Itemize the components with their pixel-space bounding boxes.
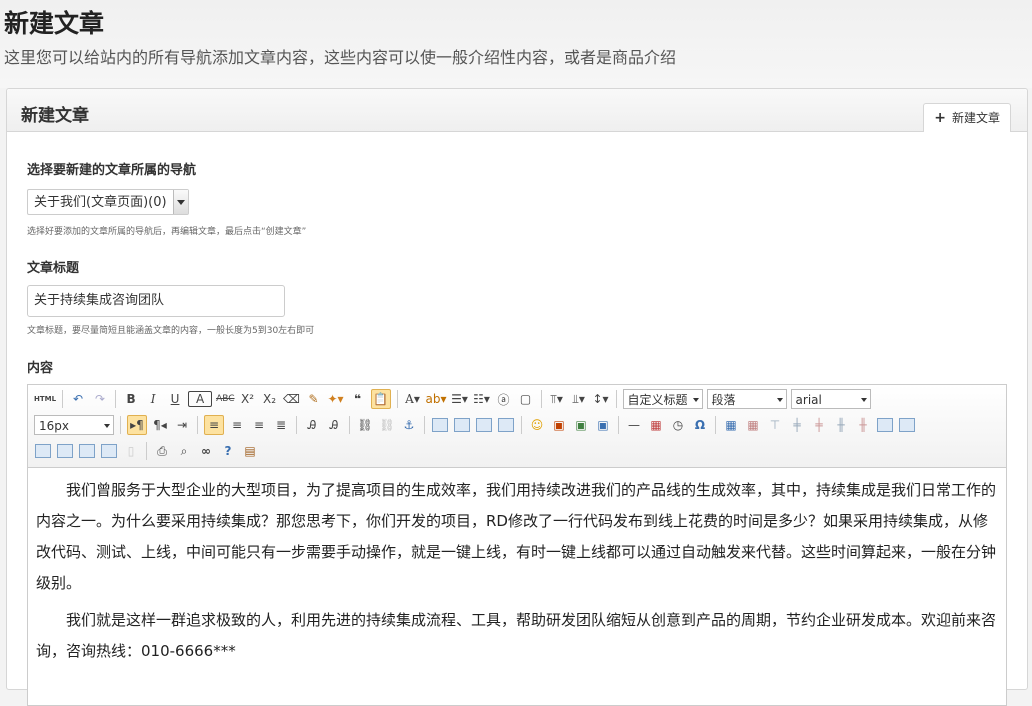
insert-video-icon[interactable]: ▣: [550, 415, 568, 435]
new-article-tab-label: 新建文章: [951, 111, 1000, 125]
html-source-button[interactable]: HTML: [34, 389, 56, 409]
uppercase-icon[interactable]: Ꭿ: [303, 415, 321, 435]
split-cells-icon[interactable]: [56, 441, 74, 461]
unlink-icon[interactable]: ⛓: [378, 415, 396, 435]
insert-image-icon[interactable]: ▣: [572, 415, 590, 435]
page-break-icon[interactable]: ▯: [122, 441, 140, 461]
content-label: 内容: [27, 361, 54, 376]
horizontal-rule-icon[interactable]: —: [625, 415, 643, 435]
redo-icon[interactable]: ↷: [91, 389, 109, 409]
strikethrough-icon[interactable]: ABC: [216, 389, 234, 409]
nav-hint: 选择好要添加的文章所属的导航后，再编辑文章，最后点击“创建文章”: [27, 227, 307, 237]
nav-select-value: 关于我们(文章页面)(0): [34, 195, 167, 210]
drafts-icon[interactable]: ▤: [241, 441, 259, 461]
ltr-direction-icon[interactable]: ▸¶: [127, 415, 147, 435]
ordered-list-icon[interactable]: ☰▾: [451, 389, 469, 409]
superscript-icon[interactable]: X²: [239, 389, 257, 409]
align-center-icon[interactable]: ≡: [228, 415, 246, 435]
print-icon[interactable]: ⎙: [153, 441, 171, 461]
rtl-direction-icon[interactable]: ¶◂: [151, 415, 169, 435]
merge-down-icon[interactable]: [34, 441, 52, 461]
delete-col-icon[interactable]: ╫: [854, 415, 872, 435]
new-article-tab[interactable]: + 新建文章: [923, 103, 1011, 132]
select-all-icon[interactable]: ⓐ: [495, 389, 513, 409]
insert-table-icon[interactable]: ▦: [722, 415, 740, 435]
insert-row-icon[interactable]: ╪: [788, 415, 806, 435]
align-right-icon[interactable]: ≡: [250, 415, 268, 435]
panel-title: 新建文章: [21, 106, 89, 126]
font-family-select[interactable]: arial: [790, 389, 871, 409]
font-color-icon[interactable]: A▾: [404, 389, 422, 409]
anchor-icon[interactable]: ⚓: [400, 415, 418, 435]
indent-icon[interactable]: ⇥: [173, 415, 191, 435]
format-brush-icon[interactable]: ✎: [305, 389, 323, 409]
split-rows-icon[interactable]: [78, 441, 96, 461]
article-panel: 新建文章 + 新建文章 选择要新建的文章所属的导航 关于我们(文章页面)(0) 选…: [6, 88, 1028, 706]
page-title: 新建文章: [4, 9, 105, 38]
content-paragraph: 我们曾服务于大型企业的大型项目，为了提高项目的生成效率，我们用持续改进我们的产品…: [36, 481, 997, 592]
image-left-icon[interactable]: [453, 415, 471, 435]
title-label: 文章标题: [27, 261, 80, 276]
unordered-list-icon[interactable]: ☷▾: [473, 389, 491, 409]
date-icon[interactable]: ▦: [647, 415, 665, 435]
merge-right-icon[interactable]: [898, 415, 916, 435]
paste-plain-icon[interactable]: 📋: [370, 389, 391, 409]
title-input-value: 关于持续集成咨询团队: [34, 293, 165, 308]
image-none-icon[interactable]: [431, 415, 449, 435]
row-spacing-top-icon[interactable]: ⫪▾: [548, 389, 566, 409]
editor-content[interactable]: 我们曾服务于大型企业的大型项目，为了提高项目的生成效率，我们用持续改进我们的产品…: [36, 475, 998, 673]
insert-paragraph-before-table-icon[interactable]: ⊤: [766, 415, 784, 435]
split-cols-icon[interactable]: [100, 441, 118, 461]
auto-format-icon[interactable]: ✦▾: [327, 389, 345, 409]
search-replace-icon[interactable]: ∞: [197, 441, 215, 461]
editor-toolbar: HTML ↶ ↷ B I U A ABC X² X₂ ⌫ ✎ ✦▾ ❝ 📋 A▾…: [28, 385, 1006, 468]
merge-cells-icon[interactable]: [876, 415, 894, 435]
rich-text-editor[interactable]: HTML ↶ ↷ B I U A ABC X² X₂ ⌫ ✎ ✦▾ ❝ 📋 A▾…: [27, 384, 1007, 706]
link-icon[interactable]: ⛓: [356, 415, 374, 435]
image-center-icon[interactable]: [497, 415, 515, 435]
align-justify-icon[interactable]: ≣: [272, 415, 290, 435]
nav-select[interactable]: 关于我们(文章页面)(0): [27, 189, 189, 215]
emoticon-icon[interactable]: ☺: [528, 415, 546, 435]
eraser-icon[interactable]: ⌫: [283, 389, 301, 409]
toolbar-row-2: 16px ▸¶ ¶◂ ⇥ ≡ ≡ ≡ ≣ Ꭿ Ꭿ ⛓ ⛓ ⚓ ☺ ▣ ▣ ▣ —…: [32, 413, 918, 437]
lowercase-icon[interactable]: Ꭿ: [325, 415, 343, 435]
special-chars-icon[interactable]: Ω: [691, 415, 709, 435]
delete-row-icon[interactable]: ╪: [810, 415, 828, 435]
underline-icon[interactable]: U: [166, 389, 184, 409]
image-right-icon[interactable]: [475, 415, 493, 435]
time-icon[interactable]: ◷: [669, 415, 687, 435]
subscript-icon[interactable]: X₂: [261, 389, 279, 409]
bold-icon[interactable]: B: [122, 389, 140, 409]
help-icon[interactable]: ?: [219, 441, 237, 461]
font-border-icon[interactable]: A: [188, 391, 213, 407]
clear-doc-icon[interactable]: ▢: [517, 389, 535, 409]
delete-table-icon[interactable]: ▦: [744, 415, 762, 435]
insert-col-icon[interactable]: ╫: [832, 415, 850, 435]
page-header: 新建文章 这里您可以给站内的所有导航添加文章内容，这些内容可以使一般介绍性内容，…: [0, 0, 1032, 88]
preview-icon[interactable]: ⌕: [175, 441, 193, 461]
insert-map-icon[interactable]: ▣: [594, 415, 612, 435]
undo-icon[interactable]: ↶: [69, 389, 87, 409]
title-input[interactable]: 关于持续集成咨询团队: [27, 285, 285, 317]
title-hint: 文章标题，要尽量简短且能涵盖文章的内容，一般长度为5到30左右即可: [27, 326, 315, 336]
plus-icon: +: [934, 110, 946, 126]
nav-label: 选择要新建的文章所属的导航: [27, 163, 197, 178]
heading-select[interactable]: 自定义标题: [622, 389, 703, 409]
italic-icon[interactable]: I: [144, 389, 162, 409]
content-paragraph: 我们就是这样一群追求极致的人，利用先进的持续集成流程、工具，帮助研发团队缩短从创…: [36, 611, 997, 660]
chevron-down-icon[interactable]: [173, 190, 188, 214]
align-left-icon[interactable]: ≡: [204, 415, 224, 435]
panel-header: 新建文章 + 新建文章: [7, 89, 1027, 132]
highlight-color-icon[interactable]: ab▾: [426, 389, 447, 409]
paragraph-select[interactable]: 段落: [706, 389, 787, 409]
row-spacing-bottom-icon[interactable]: ⫫▾: [570, 389, 588, 409]
page-subtitle: 这里您可以给站内的所有导航添加文章内容，这些内容可以使一般介绍性内容，或者是商品…: [4, 48, 677, 67]
toolbar-row-1: HTML ↶ ↷ B I U A ABC X² X₂ ⌫ ✎ ✦▾ ❝ 📋 A▾…: [32, 387, 873, 411]
blockquote-icon[interactable]: ❝: [349, 389, 367, 409]
line-height-icon[interactable]: ↕▾: [592, 389, 610, 409]
font-size-select[interactable]: 16px: [34, 415, 114, 435]
toolbar-row-3: ▯ ⎙ ⌕ ∞ ? ▤: [32, 439, 261, 463]
